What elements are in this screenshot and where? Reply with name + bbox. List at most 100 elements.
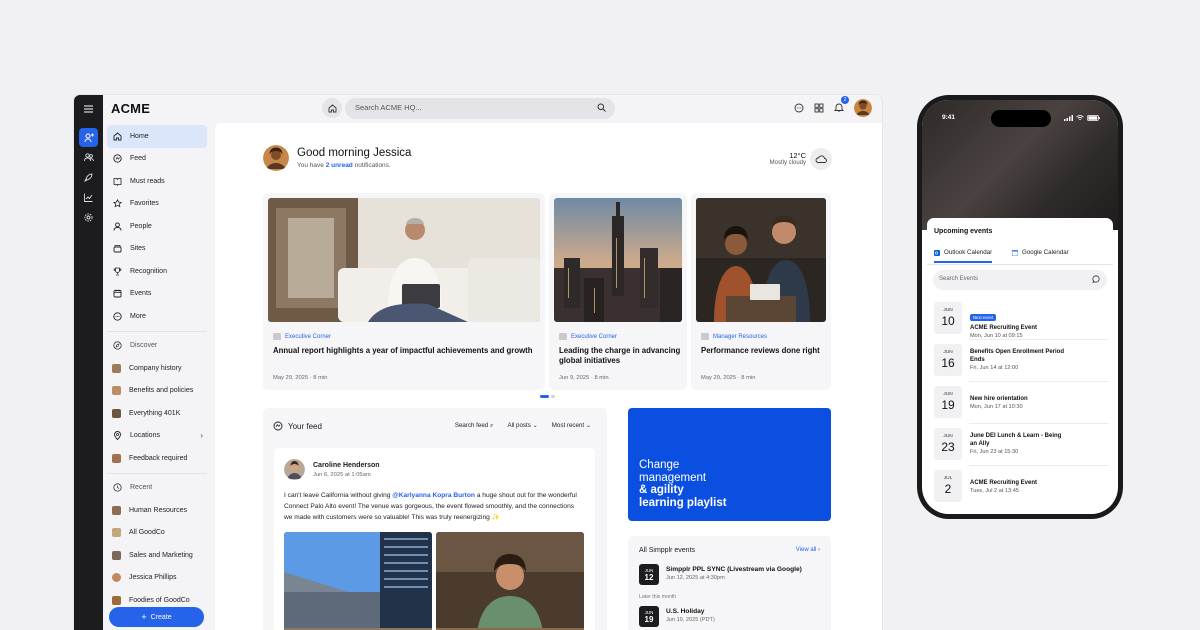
apps-grid-icon[interactable]	[814, 103, 824, 113]
person-avatar	[112, 573, 121, 583]
phone-event-item[interactable]: JUN 16 Benefits Open Enrollment Period En…	[934, 344, 1065, 376]
event-title: ACME Recruiting Event	[970, 325, 1038, 331]
feed-icon	[112, 154, 122, 164]
user-avatar	[263, 145, 289, 171]
rail-analytics-icon[interactable]	[79, 188, 98, 207]
event-item[interactable]: JUN 12 Simpplr PPL SYNC (Livestream via G…	[639, 564, 802, 585]
article-category-label: Executive Corner	[285, 333, 332, 340]
rail-rocket-icon[interactable]	[79, 168, 98, 187]
sidebar-item-jessica-phillips[interactable]: Jessica Phillips	[103, 567, 211, 590]
sidebar-item-sales-marketing[interactable]: Sales and Marketing	[103, 544, 211, 567]
phone-event-item[interactable]: JUN 23 June DEI Lunch & Learn - Being an …	[934, 428, 1065, 460]
sidebar-item-events[interactable]: Events	[103, 283, 211, 306]
post-author[interactable]: Caroline Henderson	[313, 462, 380, 469]
weather-button[interactable]	[810, 148, 832, 170]
sidebar-item-all-goodco[interactable]: All GoodCo	[103, 522, 211, 545]
event-time: Jun 12, 2025 at 4:30pm	[666, 575, 725, 581]
rail-settings-icon[interactable]	[79, 208, 98, 227]
featured-carousel: Executive Corner Annual report highlight…	[263, 193, 833, 390]
carousel-dot[interactable]	[551, 395, 555, 398]
feed-sort-dropdown[interactable]: Most recent ⌄	[552, 422, 591, 430]
rail-group-icon[interactable]	[79, 148, 98, 167]
phone-event-item[interactable]: JUN 10 Next event ACME Recruiting Event Mon…	[934, 302, 1065, 339]
sidebar-item-human-resources[interactable]: Human Resources	[103, 499, 211, 522]
article-meta: May 29, 2025 · 8 min	[273, 375, 328, 381]
menu-icon[interactable]	[79, 99, 98, 118]
article-category[interactable]: Executive Corner	[559, 333, 617, 340]
post-image[interactable]	[284, 532, 432, 630]
phone-screen: 9:41 Upcoming events Outlook Calendar Go…	[922, 100, 1118, 514]
learning-playlist-banner[interactable]: Change management & agility learning playl…	[628, 408, 831, 521]
post-mention-link[interactable]: @Karlyanna Kopra Burton	[392, 492, 475, 499]
article-title[interactable]: Annual report highlights a year of impac…	[273, 346, 537, 356]
sidebar-item-people[interactable]: People	[103, 215, 211, 238]
search-icon: ⌕	[489, 422, 494, 429]
home-button[interactable]	[322, 98, 342, 118]
tab-outlook-calendar[interactable]: Outlook Calendar	[934, 249, 993, 263]
tab-google-calendar[interactable]: Google Calendar	[1012, 249, 1069, 256]
calendar-tabs: Outlook Calendar Google Calendar	[927, 245, 1113, 265]
sites-icon	[112, 244, 122, 254]
event-day: 16	[941, 356, 955, 370]
article-card[interactable]: Executive Corner Leading the charge in a…	[549, 193, 687, 390]
sidebar-item-feed[interactable]: Feed	[103, 148, 211, 171]
sidebar-item-recognition[interactable]: Recognition	[103, 260, 211, 283]
greeting-subtitle: You have 2 unread notifications.	[297, 162, 391, 169]
rail-people-icon[interactable]	[79, 128, 98, 147]
author-avatar[interactable]	[284, 459, 305, 480]
article-title[interactable]: Leading the charge in advancing global i…	[559, 346, 683, 366]
event-day: 12	[644, 572, 654, 582]
event-time: Tues, Jul 2 at 13:45	[970, 488, 1019, 494]
upcoming-events-sheet: Upcoming events Outlook Calendar Google …	[927, 218, 1113, 514]
notifications-button[interactable]: 2	[833, 96, 849, 117]
sidebar-item-home[interactable]: Home	[107, 125, 207, 148]
view-all-link[interactable]: View all ›	[796, 547, 820, 553]
article-card[interactable]: Manager Resources Performance reviews do…	[691, 193, 831, 390]
user-avatar[interactable]	[854, 99, 872, 117]
sidebar-item-locations[interactable]: Locations ›	[103, 425, 211, 448]
event-date-badge: JUN 19	[639, 606, 659, 627]
feed-controls: Search feed ⌕ All posts ⌄ Most recent ⌄	[455, 422, 591, 430]
event-item[interactable]: JUN 19 U.S. Holiday Jun 19, 2025 (PDT)	[639, 606, 715, 627]
article-title[interactable]: Performance reviews done right	[701, 346, 825, 356]
home-icon	[112, 131, 122, 141]
sidebar-item-more[interactable]: More	[103, 305, 211, 328]
sidebar-item-favorites[interactable]: Favorites	[103, 193, 211, 216]
unread-count-link[interactable]: 2 unread	[326, 162, 353, 169]
promo-line: management	[639, 471, 707, 484]
greeting-sub-suffix: notifications.	[354, 162, 391, 169]
site-thumbnail	[112, 453, 121, 463]
sidebar-item-benefits[interactable]: Benefits and policies	[103, 380, 211, 403]
article-category[interactable]: Manager Resources	[701, 333, 767, 340]
sidebar-item-sites[interactable]: Sites	[103, 238, 211, 261]
feed-filter-dropdown[interactable]: All posts ⌄	[507, 422, 537, 430]
sidebar-item-401k[interactable]: Everything 401K	[103, 402, 211, 425]
phone-event-item[interactable]: JUL 2 ACME Recruiting Event Tues, Jul 2 at…	[934, 470, 1065, 502]
events-search-input[interactable]: Search Events	[933, 270, 1107, 290]
tab-label: Outlook Calendar	[944, 249, 993, 256]
search-feed-button[interactable]: Search feed ⌕	[455, 422, 494, 430]
sidebar-item-company-history[interactable]: Company history	[103, 357, 211, 380]
global-search-input[interactable]: Search ACME HQ...	[345, 98, 615, 119]
phone-event-item[interactable]: JUN 19 New hire orientation Mon, Jun 17 at…	[934, 386, 1065, 418]
weather-condition: Mostly cloudy	[769, 160, 806, 166]
sidebar-item-must-reads[interactable]: Must reads	[103, 170, 211, 193]
sidebar-item-label: Company history	[129, 364, 182, 372]
sidebar-item-label: Home	[130, 132, 149, 140]
sidebar-item-label: Sales and Marketing	[129, 551, 193, 559]
article-image	[554, 198, 682, 322]
status-time: 9:41	[942, 114, 956, 121]
create-button[interactable]: + Create	[109, 607, 204, 627]
promo-line: & agility	[639, 484, 684, 496]
feed-panel: Your feed Search feed ⌕ All posts ⌄ Most…	[263, 408, 607, 630]
chat-icon[interactable]	[794, 103, 804, 113]
carousel-dot-active[interactable]	[540, 395, 549, 398]
acme-logo[interactable]: ACME	[111, 101, 150, 116]
event-title: Benefits Open Enrollment Period Ends	[970, 349, 1065, 363]
sidebar-item-feedback[interactable]: Feedback required	[103, 447, 211, 470]
article-category[interactable]: Executive Corner	[273, 333, 331, 340]
sidebar-item-label: Benefits and policies	[129, 387, 194, 395]
event-date-badge: JUL 2	[934, 470, 962, 502]
post-image[interactable]	[436, 532, 584, 630]
article-card[interactable]: Executive Corner Annual report highlight…	[263, 193, 545, 390]
